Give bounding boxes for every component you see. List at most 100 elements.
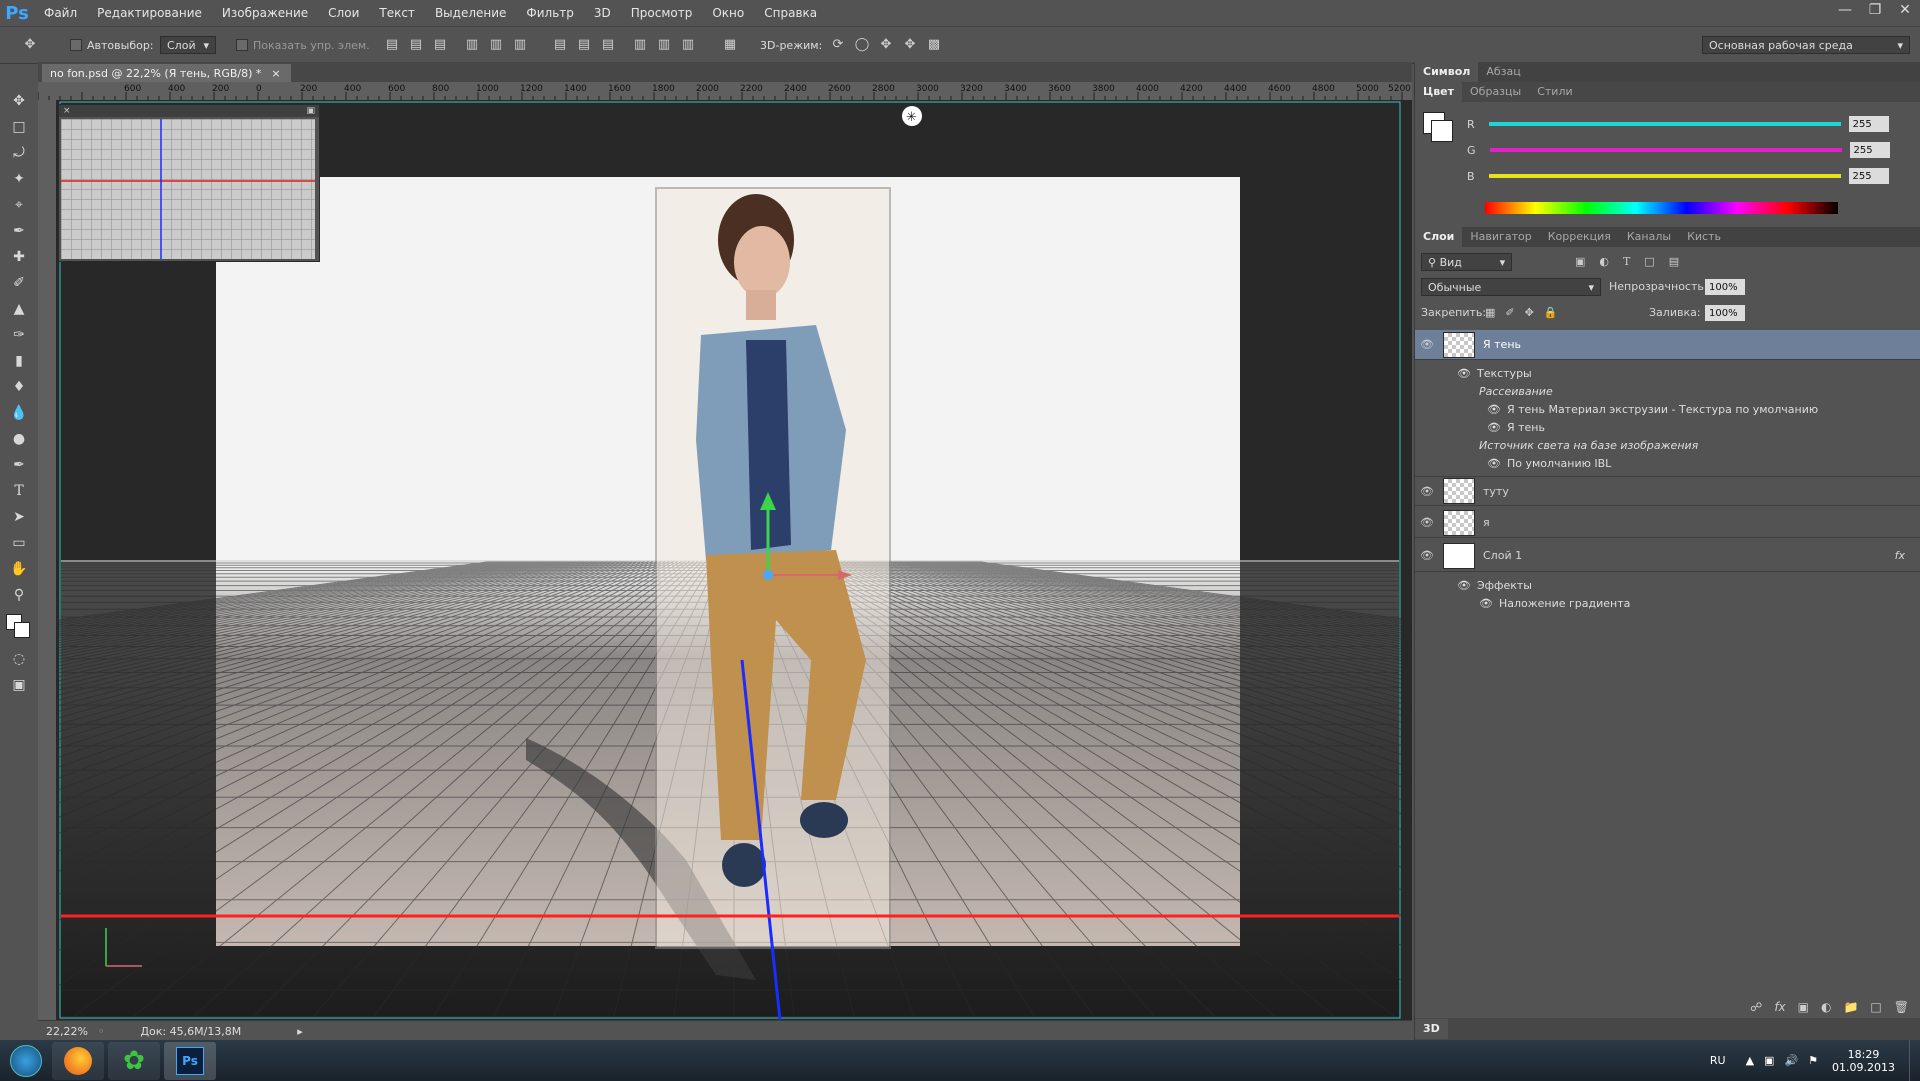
color-spectrum-bar[interactable] [1485, 202, 1838, 214]
menu-help[interactable]: Справка [754, 6, 827, 20]
distribute-middle-icon[interactable]: ▤ [576, 37, 592, 53]
align-left-icon[interactable]: ▤ [384, 37, 400, 53]
healing-brush-tool-icon[interactable]: ✚ [0, 244, 38, 270]
add-mask-icon[interactable]: ▣ [1798, 1000, 1809, 1014]
menu-window[interactable]: Окно [702, 6, 754, 20]
paint-bucket-tool-icon[interactable]: ♦ [0, 374, 38, 400]
layer-style-icon[interactable]: fx [1774, 1000, 1785, 1014]
clock[interactable]: 18:29 01.09.2013 [1832, 1048, 1895, 1074]
show-desktop-button[interactable] [1909, 1040, 1920, 1081]
icq-icon[interactable]: ✿ [108, 1041, 160, 1080]
marquee-tool-icon[interactable]: □ [0, 114, 38, 140]
visibility-eye-icon[interactable]: 👁 [1415, 516, 1439, 529]
dodge-tool-icon[interactable]: ● [0, 426, 38, 452]
align-middle-icon[interactable]: ▥ [488, 37, 504, 53]
scale-3d-icon[interactable]: ▩ [926, 37, 942, 53]
slider-track-g[interactable] [1489, 148, 1842, 152]
visibility-eye-icon[interactable]: 👁 [1487, 457, 1501, 470]
filter-pixel-icon[interactable]: ▣ [1575, 255, 1585, 268]
minimize-icon[interactable]: — [1830, 0, 1860, 20]
document-tab[interactable]: no fon.psd @ 22,2% (Я тень, RGB/8) * × [42, 64, 291, 82]
fill-field[interactable]: 100% [1705, 305, 1745, 321]
menu-view[interactable]: Просмотр [621, 6, 703, 20]
align-right-icon[interactable]: ▤ [432, 37, 448, 53]
crop-tool-icon[interactable]: ⌖ [0, 192, 38, 218]
visibility-eye-icon[interactable]: 👁 [1487, 403, 1501, 416]
pan-3d-icon[interactable]: ✥ [878, 37, 894, 53]
menu-select[interactable]: Выделение [425, 6, 516, 20]
roll-3d-icon[interactable]: ◯ [854, 37, 870, 53]
show-controls-checkbox[interactable] [236, 39, 248, 51]
value-g[interactable]: 255 [1849, 142, 1890, 158]
autoselect-dropdown[interactable]: Слой ▾ [160, 36, 216, 54]
lock-all-icon[interactable]: 🔒 [1544, 306, 1558, 319]
slide-3d-icon[interactable]: ✥ [902, 37, 918, 53]
lasso-tool-icon[interactable]: ⤾ [0, 140, 38, 166]
magic-wand-tool-icon[interactable]: ✦ [0, 166, 38, 192]
layer-name[interactable]: туту [1483, 485, 1509, 498]
tab-adjustments[interactable]: Коррекция [1540, 227, 1619, 247]
blur-tool-icon[interactable]: 💧 [0, 400, 38, 426]
new-adjustment-icon[interactable]: ◐ [1821, 1000, 1831, 1014]
tab-brush[interactable]: Кисть [1679, 227, 1729, 247]
firefox-icon[interactable] [52, 1041, 104, 1080]
align-center-icon[interactable]: ▤ [408, 37, 424, 53]
distribute-bottom-icon[interactable]: ▤ [600, 37, 616, 53]
tab-channels[interactable]: Каналы [1619, 227, 1679, 247]
eraser-tool-icon[interactable]: ▮ [0, 348, 38, 374]
tab-color[interactable]: Цвет [1415, 82, 1463, 102]
path-selection-tool-icon[interactable]: ➤ [0, 504, 38, 530]
auto-align-icon[interactable]: ▦ [722, 37, 738, 53]
visibility-eye-icon[interactable]: 👁 [1415, 338, 1439, 351]
close-tab-icon[interactable]: × [271, 67, 280, 80]
link-layers-icon[interactable]: ☍ [1750, 1000, 1762, 1014]
tab-paragraph[interactable]: Абзац [1478, 62, 1528, 82]
layer-filter-dropdown[interactable]: ⚲ Вид ▾ [1421, 253, 1513, 271]
layer-row-ya[interactable]: 👁 я [1415, 508, 1920, 538]
history-brush-tool-icon[interactable]: ✑ [0, 322, 38, 348]
move-tool-preset-icon[interactable]: ✥ [22, 37, 38, 53]
volume-icon[interactable]: 🔊 [1784, 1054, 1798, 1067]
clone-stamp-tool-icon[interactable]: ▲ [0, 296, 38, 322]
status-menu-arrow-icon[interactable]: ▸ [297, 1025, 303, 1038]
autoselect-checkbox[interactable] [70, 39, 82, 51]
action-center-flag-icon[interactable]: ⚑ [1808, 1054, 1818, 1067]
value-b[interactable]: 255 [1848, 168, 1889, 184]
move-tool-icon[interactable]: ✥ [0, 88, 38, 114]
filter-type-icon[interactable]: T [1623, 255, 1630, 268]
close-icon[interactable]: ✕ [1890, 0, 1920, 20]
filter-smart-object-icon[interactable]: ▤ [1669, 255, 1679, 268]
restore-icon[interactable]: ❐ [1860, 0, 1890, 20]
filter-shape-icon[interactable]: □ [1644, 255, 1654, 268]
maximize-view-icon[interactable]: ▣ [306, 106, 315, 116]
layer-row-tutu[interactable]: 👁 туту [1415, 476, 1920, 506]
distribute-top-icon[interactable]: ▤ [552, 37, 568, 53]
brush-tool-icon[interactable]: ✐ [0, 270, 38, 296]
visibility-eye-icon[interactable]: 👁 [1415, 549, 1439, 562]
quick-mask-icon[interactable]: ◌ [0, 646, 38, 672]
pen-tool-icon[interactable]: ✒ [0, 452, 38, 478]
menu-layers[interactable]: Слои [318, 6, 369, 20]
zoom-tool-icon[interactable]: ⚲ [0, 582, 38, 608]
background-color-swatch[interactable] [14, 622, 30, 638]
zoom-level[interactable]: 22,22% [46, 1025, 88, 1038]
hand-tool-icon[interactable]: ✋ [0, 556, 38, 582]
layer-name[interactable]: Я тень [1483, 338, 1521, 351]
lock-paint-icon[interactable]: ✐ [1505, 306, 1514, 319]
layer-row-sloy1[interactable]: 👁 Слой 1 fx [1415, 540, 1920, 572]
lock-position-icon[interactable]: ✥ [1525, 306, 1534, 319]
tab-navigator[interactable]: Навигатор [1462, 227, 1539, 247]
value-r[interactable]: 255 [1848, 116, 1889, 132]
bg-swatch[interactable] [1431, 120, 1453, 142]
workspace-dropdown[interactable]: Основная рабочая среда ▾ [1702, 36, 1910, 54]
language-indicator[interactable]: RU [1710, 1054, 1726, 1067]
axis-origin-handle[interactable] [763, 570, 773, 580]
eyedropper-tool-icon[interactable]: ✒ [0, 218, 38, 244]
type-tool-icon[interactable]: T [0, 478, 38, 504]
menu-text[interactable]: Текст [369, 6, 425, 20]
windows-start-icon[interactable] [4, 1042, 48, 1080]
visibility-eye-icon[interactable]: 👁 [1479, 597, 1493, 610]
delete-layer-icon[interactable]: 🗑 [1894, 1000, 1909, 1014]
menu-3d[interactable]: 3D [584, 6, 621, 20]
layer-name[interactable]: я [1483, 516, 1490, 529]
